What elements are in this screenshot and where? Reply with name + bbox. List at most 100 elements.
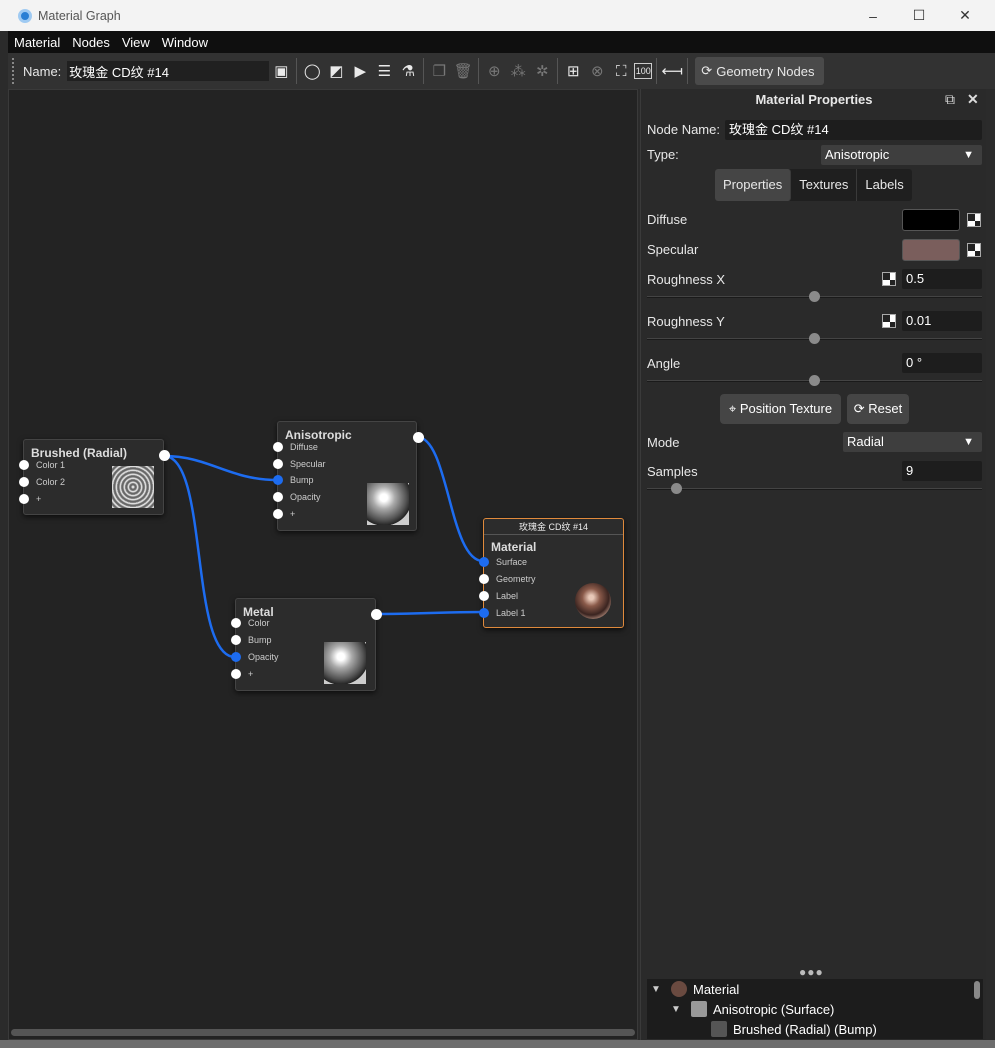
anisotropic-icon — [691, 1001, 707, 1017]
type-label: Type: — [647, 147, 679, 162]
tree-item-material[interactable]: ▼ Material — [651, 979, 739, 999]
fit-icon[interactable]: ⛶ — [610, 60, 632, 82]
material-graph-window: Material Graph – ☐ ✕ Material Nodes View… — [0, 0, 995, 1040]
menu-nodes[interactable]: Nodes — [66, 35, 116, 50]
type-select[interactable]: Anisotropic ▼ — [821, 145, 982, 165]
tree-item-label: Anisotropic (Surface) — [713, 1001, 835, 1017]
trash-icon[interactable]: 🗑 — [452, 60, 474, 82]
crosshair-icon[interactable]: ⊗ — [586, 60, 608, 82]
tree-scrollbar[interactable] — [974, 981, 980, 999]
port-label-1[interactable]: Label 1 — [479, 606, 526, 620]
toolbar: Name: ▣ ◯ ◩ ▶ ☰ ⚗ ❐ 🗑 ⊕ ⁂ ✲ ⊞ ⊗ ⛶ 100 ⟻ … — [8, 53, 995, 89]
tab-properties[interactable]: Properties — [715, 169, 792, 201]
angle-field[interactable]: 0 ° — [902, 353, 982, 373]
menu-view[interactable]: View — [116, 35, 156, 50]
random-icon[interactable]: ⁂ — [507, 60, 529, 82]
port-diffuse[interactable]: Diffuse — [273, 440, 318, 454]
angle-slider-thumb[interactable] — [809, 375, 820, 386]
name-label: Name: — [23, 63, 62, 79]
node-material-output[interactable]: 玫瑰金 CD纹 #14 Material Surface Geometry La… — [479, 518, 624, 628]
port-color-1[interactable]: Color 1 — [19, 458, 65, 472]
toolbar-divider — [478, 58, 480, 84]
diffuse-label: Diffuse — [647, 212, 688, 227]
roughness-y-slider-thumb[interactable] — [809, 333, 820, 344]
checker-icon[interactable]: ◩ — [325, 60, 347, 82]
port-add[interactable]: + — [19, 492, 41, 506]
tab-labels[interactable]: Labels — [857, 169, 911, 201]
copy-icon[interactable]: ❐ — [428, 60, 450, 82]
roughness-x-label: Roughness X — [647, 272, 726, 287]
add-node-icon[interactable]: ⊕ — [483, 60, 505, 82]
sparkle-icon[interactable]: ✲ — [531, 60, 553, 82]
menu-window[interactable]: Window — [156, 35, 214, 50]
port-specular[interactable]: Specular — [273, 457, 326, 471]
property-tabs: Properties Textures Labels — [715, 169, 912, 201]
geometry-nodes-button[interactable]: ⟳ Geometry Nodes — [695, 57, 825, 85]
maximize-button[interactable]: ☐ — [896, 0, 942, 31]
undock-icon[interactable]: ⧉ — [945, 91, 955, 108]
diffuse-color-swatch[interactable] — [902, 209, 960, 231]
graph-canvas[interactable]: Brushed (Radial) Color 1 Color 2 + Aniso… — [8, 89, 638, 1040]
tab-textures[interactable]: Textures — [791, 169, 858, 201]
specular-texture-icon[interactable] — [967, 243, 981, 257]
roughness-x-field[interactable]: 0.5 — [902, 269, 982, 289]
samples-field[interactable]: 9 — [902, 461, 982, 481]
node-brushed-radial[interactable]: Brushed (Radial) Color 1 Color 2 + — [19, 439, 170, 515]
collapse-icon[interactable]: ⟻ — [661, 60, 684, 82]
mode-select[interactable]: Radial ▼ — [843, 432, 982, 452]
tree-item-brushed[interactable]: Brushed (Radial) (Bump) — [691, 1019, 877, 1039]
flask-icon[interactable]: ⚗ — [397, 60, 419, 82]
more-options-icon[interactable]: ●●● — [799, 965, 824, 979]
node-metal[interactable]: Metal Color Bump Opacity + — [231, 598, 382, 691]
zoom-100-icon[interactable]: 100 — [634, 63, 653, 79]
toolbar-grip[interactable] — [12, 58, 15, 84]
output-port[interactable] — [159, 450, 170, 461]
minimize-button[interactable]: – — [850, 0, 896, 31]
menu-material[interactable]: Material — [8, 35, 66, 50]
output-port[interactable] — [413, 432, 424, 443]
node-name-field[interactable]: 玫瑰金 CD纹 #14 — [725, 120, 982, 140]
chevron-down-icon[interactable]: ▼ — [671, 1004, 683, 1015]
close-icon[interactable]: ✕ — [967, 91, 979, 108]
port-color-2[interactable]: Color 2 — [19, 475, 65, 489]
node-anisotropic[interactable]: Anisotropic Diffuse Specular Bump Opacit… — [273, 421, 424, 531]
port-add[interactable]: + — [231, 667, 253, 681]
chevron-down-icon[interactable]: ▼ — [651, 984, 663, 995]
search-icon[interactable]: ◯ — [301, 60, 323, 82]
port-geometry[interactable]: Geometry — [479, 572, 536, 586]
position-texture-button[interactable]: ⌖ Position Texture — [720, 394, 841, 424]
canvas-horizontal-scrollbar[interactable] — [11, 1029, 635, 1036]
samples-slider[interactable] — [647, 488, 982, 490]
name-input[interactable] — [67, 61, 270, 81]
roughness-x-texture-icon[interactable] — [882, 272, 896, 286]
tree-item-anisotropic[interactable]: ▼ Anisotropic (Surface) — [671, 999, 834, 1019]
reset-label: Reset — [868, 401, 903, 416]
diffuse-texture-icon[interactable] — [967, 213, 981, 227]
mode-select-value: Radial — [847, 434, 884, 449]
port-bump[interactable]: Bump — [231, 633, 272, 647]
port-add[interactable]: + — [273, 507, 295, 521]
metal-thumbnail — [324, 642, 366, 684]
output-port[interactable] — [371, 609, 382, 620]
toolbar-divider — [423, 58, 425, 84]
save-icon[interactable]: ▣ — [270, 60, 292, 82]
specular-color-swatch[interactable] — [902, 239, 960, 261]
close-window-button[interactable]: ✕ — [942, 0, 988, 31]
roughness-y-field[interactable]: 0.01 — [902, 311, 982, 331]
roughness-x-slider-thumb[interactable] — [809, 291, 820, 302]
reset-button[interactable]: ⟳ Reset — [847, 394, 909, 424]
sliders-icon[interactable]: ☰ — [373, 60, 395, 82]
toolbar-divider — [296, 58, 298, 84]
port-opacity[interactable]: Opacity — [231, 650, 279, 664]
port-surface[interactable]: Surface — [479, 555, 527, 569]
port-bump[interactable]: Bump — [273, 473, 314, 487]
samples-slider-thumb[interactable] — [671, 483, 682, 494]
material-tree: ▼ Material ▼ Anisotropic (Surface) Brush… — [647, 979, 983, 1039]
node-name-label: Node Name: — [647, 122, 720, 137]
roughness-y-texture-icon[interactable] — [882, 314, 896, 328]
port-color[interactable]: Color — [231, 616, 270, 630]
layout-icon[interactable]: ⊞ — [562, 60, 584, 82]
play-icon[interactable]: ▶ — [349, 60, 371, 82]
port-opacity[interactable]: Opacity — [273, 490, 321, 504]
port-label[interactable]: Label — [479, 589, 518, 603]
